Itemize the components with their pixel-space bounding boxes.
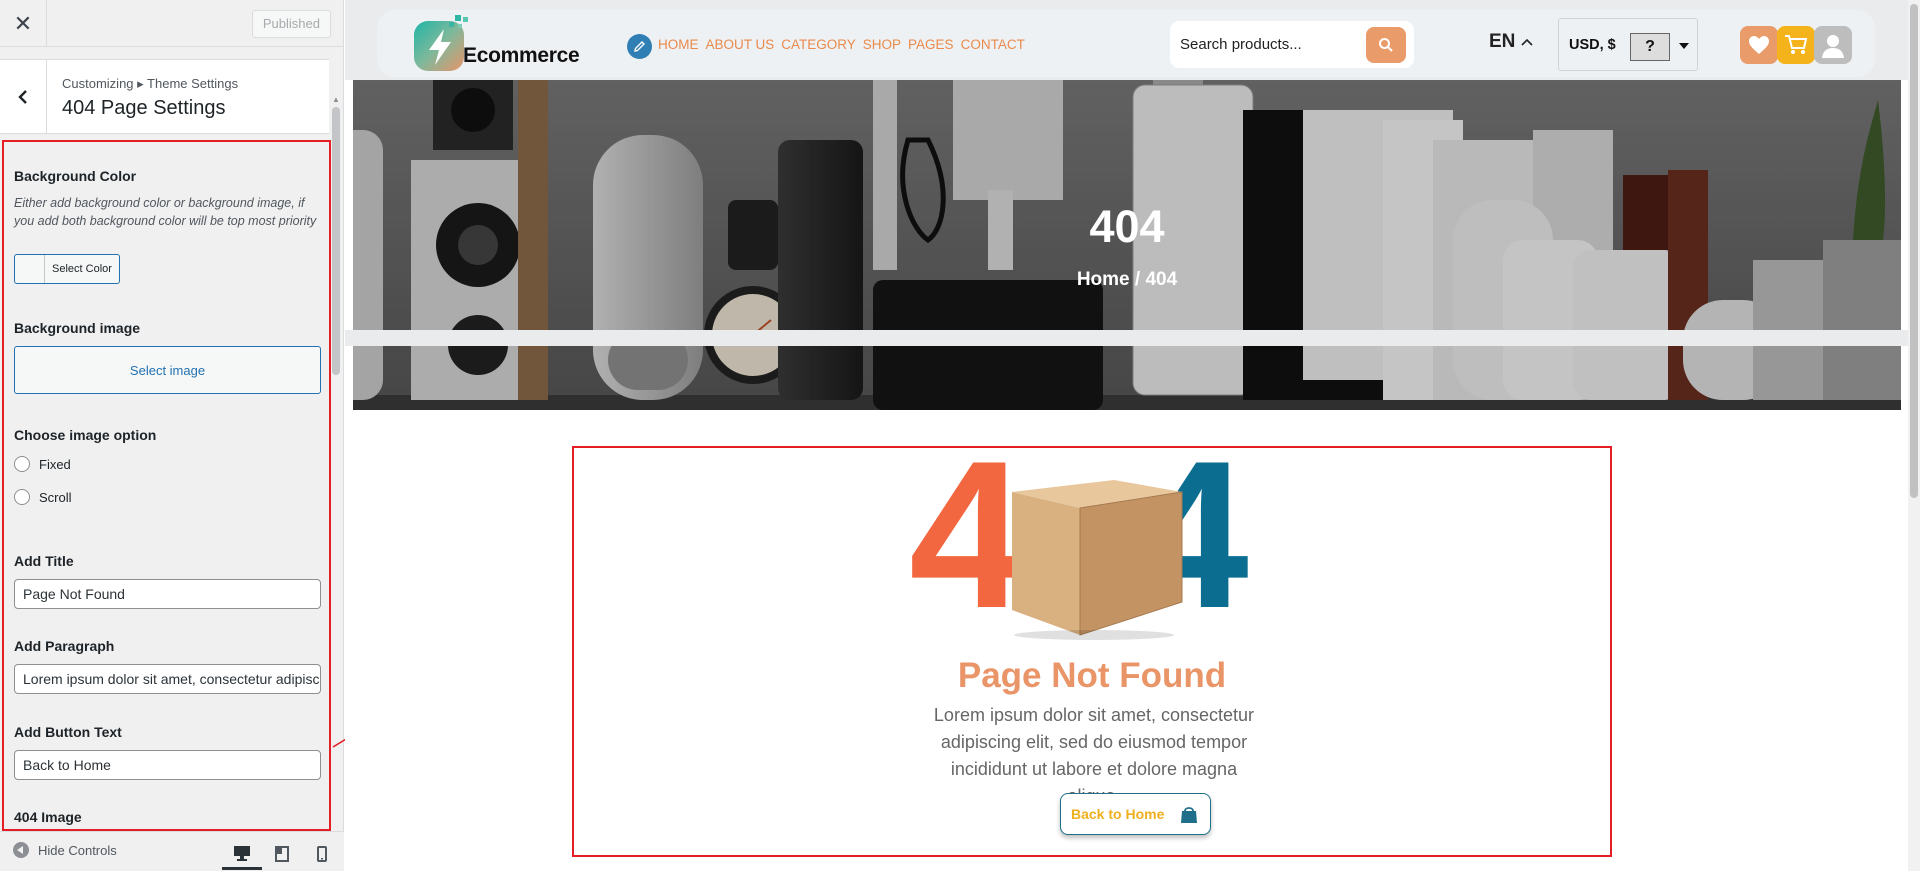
hero-breadcrumb: Home / 404 [1076,269,1178,290]
nav-shop[interactable]: SHOP [863,37,901,52]
edit-pencil-button[interactable] [627,34,652,59]
cardboard-box-icon [1012,480,1183,640]
bg-color-label: Background Color [14,168,137,184]
language-label: EN [1489,31,1516,52]
nav-pages[interactable]: PAGES [908,37,954,52]
error-404-graphic: 4 4 [574,430,1610,668]
language-selector[interactable]: EN [1489,31,1533,53]
device-mobile-button[interactable] [302,838,342,870]
radio-fixed[interactable]: Fixed [14,456,71,472]
hero-banner: 404 Home / 404 [353,80,1901,410]
settings-panel-highlight: Background Color Either add background c… [2,140,331,831]
user-avatar-icon [1822,35,1844,58]
nav-contact[interactable]: CONTACT [961,37,1025,52]
section-title: 404 Page Settings [62,97,226,119]
page-not-found-title: Page Not Found [957,656,1227,695]
button-text-input[interactable]: Back to Home [14,750,321,780]
nav-category[interactable]: CATEGORY [781,37,856,52]
nav-home[interactable]: HOME [658,37,699,52]
radio-scroll-label: Scroll [39,489,72,505]
close-customizer-button[interactable]: ✕ [0,0,47,47]
color-swatch [15,255,45,283]
select-color-button[interactable]: Select Color [14,254,120,284]
chevron-left-icon [18,89,27,104]
customizer-sidebar: ✕ Published Customizing ▸ Theme Settings… [0,0,344,871]
collapse-icon [13,842,29,858]
back-to-home-button[interactable]: Back to Home [1060,793,1211,835]
preview-scrollbar-thumb[interactable] [1910,4,1918,498]
hero-divider [345,330,1908,346]
bg-color-description: Either add background color or backgroun… [14,196,317,228]
bg-image-label: Background image [14,320,141,336]
currency-selector[interactable]: USD, $ ? [1558,18,1698,71]
shopping-bag-icon [1181,807,1197,823]
account-button[interactable] [1814,26,1852,64]
customizer-header-bar: ✕ Published [0,0,343,47]
heart-icon [1749,36,1769,54]
desktop-icon [234,845,250,861]
site-logo-text[interactable]: Ecommerce [463,44,580,68]
preview-scrollbar[interactable] [1908,0,1920,871]
search-icon [1379,38,1393,52]
image-404-label: 404 Image [14,809,82,825]
tablet-icon [275,846,289,862]
breadcrumb: Customizing ▸ Theme Settings [62,76,239,91]
paragraph-input[interactable]: Lorem ipsum dolor sit amet, consectetur … [14,664,321,694]
mobile-icon [317,846,327,862]
select-color-label: Select Color [52,263,112,275]
add-paragraph-label: Add Paragraph [14,638,115,654]
customizer-footer: Hide Controls [0,831,344,871]
back-button[interactable] [0,60,47,133]
add-title-label: Add Title [14,553,74,569]
section-header: Customizing ▸ Theme Settings 404 Page Se… [0,59,330,134]
hide-controls-button[interactable]: Hide Controls [13,842,117,858]
device-tablet-button[interactable] [262,838,302,870]
device-desktop-button[interactable] [222,838,262,870]
hero-title: 404 [1089,201,1165,252]
hide-controls-label: Hide Controls [38,842,117,858]
select-image-button[interactable]: Select image [14,346,321,394]
radio-circle[interactable] [14,456,30,472]
pencil-icon [634,41,645,52]
currency-label: USD, $ [1569,37,1616,53]
wishlist-button[interactable] [1740,26,1778,64]
published-button[interactable]: Published [251,10,331,38]
site-preview: Ecommerce HOME ABOUT US CATEGORY SHOP PA… [345,0,1920,871]
add-button-text-label: Add Button Text [14,724,122,740]
site-navbar: Ecommerce HOME ABOUT US CATEGORY SHOP PA… [377,10,1875,77]
error-content-highlight: 4 4 Page Not Found Lorem ipsum dolor sit… [572,430,1612,857]
search-input[interactable]: Search products... [1170,21,1414,68]
scroll-up-icon[interactable]: ▲ [332,96,340,104]
radio-circle[interactable] [14,489,30,505]
main-nav: HOME ABOUT US CATEGORY SHOP PAGES CONTAC… [658,37,1025,52]
title-input[interactable]: Page Not Found [14,579,321,609]
back-to-home-label: Back to Home [1071,806,1165,822]
search-placeholder: Search products... [1180,36,1302,53]
logo-dots-icon [449,15,468,28]
radio-fixed-label: Fixed [39,456,71,472]
image-option-label: Choose image option [14,427,157,443]
caret-down-icon [1679,43,1689,49]
cart-button[interactable] [1777,26,1815,64]
chevron-up-icon [1521,38,1533,46]
cart-icon [1785,35,1808,54]
currency-flag-placeholder: ? [1630,33,1670,61]
lightning-bolt-icon [429,29,451,65]
radio-scroll[interactable]: Scroll [14,489,72,505]
scrollbar-thumb[interactable] [332,107,340,375]
search-button[interactable] [1366,27,1406,63]
close-icon: ✕ [13,10,33,36]
nav-about-us[interactable]: ABOUT US [706,37,775,52]
